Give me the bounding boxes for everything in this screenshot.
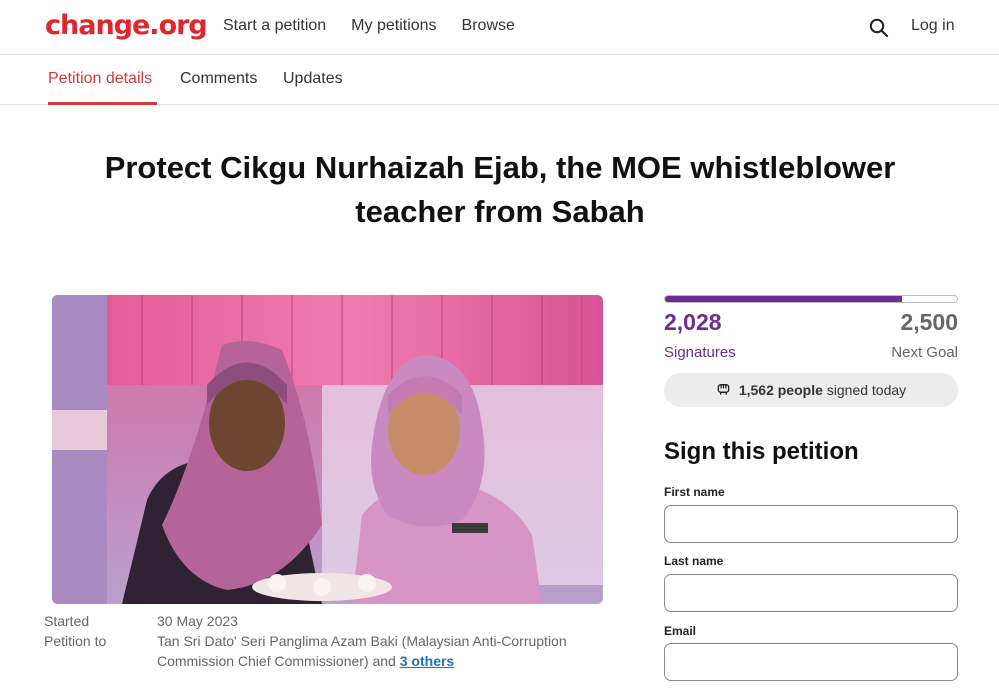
petition-to-value: Tan Sri Dato' Seri Panglima Azam Baki (M… — [157, 631, 597, 671]
email-label: Email — [664, 624, 697, 638]
signatures-label: Signatures — [664, 344, 736, 361]
first-name-label: First name — [664, 485, 725, 499]
others-link[interactable]: 3 others — [400, 653, 454, 669]
nav-browse[interactable]: Browse — [462, 17, 515, 35]
goal-count: 2,500 — [900, 309, 958, 335]
petition-to-recipients: Tan Sri Dato' Seri Panglima Azam Baki (M… — [157, 633, 567, 669]
first-name-field[interactable] — [664, 505, 958, 543]
sign-petition-heading: Sign this petition — [664, 438, 859, 465]
tab-petition-details[interactable]: Petition details — [48, 70, 152, 88]
petition-to-label: Petition to — [44, 633, 107, 649]
nav-start-petition[interactable]: Start a petition — [223, 17, 326, 35]
signed-today-badge: 1,562 people signed today — [664, 373, 958, 407]
tab-comments[interactable]: Comments — [180, 70, 257, 88]
signed-today-text: 1,562 people signed today — [739, 382, 906, 398]
started-date: 30 May 2023 — [157, 613, 238, 629]
signed-today-count: 1,562 people — [738, 382, 823, 398]
login-link[interactable]: Log in — [911, 17, 955, 35]
goal-label: Next Goal — [891, 344, 958, 361]
search-icon[interactable] — [868, 17, 890, 39]
signature-progress-bar — [664, 295, 958, 303]
petition-photo — [52, 295, 603, 604]
main-nav-links: Start a petition My petitions Browse — [223, 17, 515, 35]
last-name-field[interactable] — [664, 574, 958, 612]
signature-progress-fill — [665, 296, 902, 302]
tab-updates[interactable]: Updates — [283, 70, 343, 88]
signed-today-suffix: signed today — [826, 382, 907, 398]
fist-icon — [716, 381, 731, 399]
signature-count: 2,028 — [664, 309, 722, 335]
started-label: Started — [44, 613, 90, 629]
petition-title: Protect Cikgu Nurhaizah Ejab, the MOE wh… — [104, 150, 896, 229]
active-tab-indicator — [48, 102, 157, 105]
petition-tabs: Petition details Comments Updates — [0, 56, 999, 105]
last-name-label: Last name — [664, 554, 724, 568]
petition-photo-illustration — [52, 295, 603, 604]
change-org-logo[interactable]: change.org — [45, 10, 208, 41]
top-nav: change.org Start a petition My petitions… — [0, 0, 999, 55]
nav-my-petitions[interactable]: My petitions — [351, 17, 436, 35]
email-field[interactable] — [664, 643, 958, 681]
